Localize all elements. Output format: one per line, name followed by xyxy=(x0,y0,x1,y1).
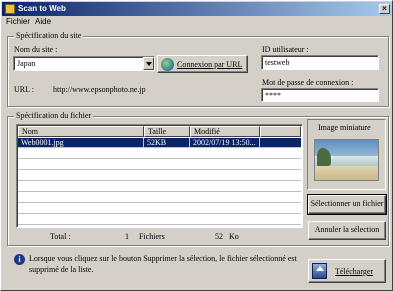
column-header-modified[interactable]: Modifié xyxy=(190,126,260,137)
site-spec-legend: Spécification du site xyxy=(14,31,84,40)
scan-to-web-window: Scan to Web × Fichier Aide Spécification… xyxy=(0,0,393,291)
menu-fichier[interactable]: Fichier xyxy=(6,17,30,26)
url-label: URL : xyxy=(14,85,34,94)
globe-icon xyxy=(161,58,174,71)
info-text-line2: supprimé de la liste. xyxy=(29,265,94,274)
app-icon xyxy=(5,4,15,14)
password-value: **** xyxy=(265,91,281,100)
file-table-header: Nom Taille Modifié xyxy=(18,126,301,137)
title-bar[interactable]: Scan to Web × xyxy=(2,2,392,16)
site-name-label: Nom du site : xyxy=(14,45,58,54)
table-row-empty xyxy=(18,204,301,214)
table-row-empty xyxy=(18,160,301,170)
total-size: 52 xyxy=(215,232,223,241)
thumbnail-box: Image miniature xyxy=(307,119,386,190)
upload-button[interactable]: Télécharger xyxy=(308,259,386,283)
upload-label: Télécharger xyxy=(335,267,374,276)
password-label: Mot de passe de connexion : xyxy=(262,78,354,87)
column-header-blank xyxy=(260,126,301,137)
column-header-size[interactable]: Taille xyxy=(144,126,190,137)
column-header-name[interactable]: Nom xyxy=(18,126,144,137)
files-label: Fichiers xyxy=(139,232,165,241)
site-name-select[interactable]: Japan xyxy=(13,56,155,71)
user-id-value: testweb xyxy=(265,58,290,67)
file-table[interactable]: Nom Taille Modifié Web0001.jpg 52KB 2002… xyxy=(16,124,303,228)
chevron-down-icon[interactable] xyxy=(143,57,154,70)
total-label: Total : xyxy=(50,232,71,241)
menu-aide[interactable]: Aide xyxy=(35,17,51,26)
tree-area xyxy=(317,148,331,166)
close-button[interactable]: × xyxy=(379,4,390,14)
cancel-selection-button[interactable]: Annuler la sélection xyxy=(308,221,386,240)
user-id-label: ID utilisateur : xyxy=(262,45,309,54)
file-name-cell: Web0001.jpg xyxy=(18,138,144,148)
password-field[interactable]: **** xyxy=(261,88,379,102)
table-row-empty xyxy=(18,193,301,203)
info-icon: i xyxy=(14,254,25,265)
file-spec-legend: Spécification du fichier xyxy=(14,111,94,120)
site-name-value: Japan xyxy=(17,59,36,68)
thumbnail-image xyxy=(314,139,379,181)
table-row-empty xyxy=(18,149,301,159)
upload-arrow-icon xyxy=(316,266,324,271)
user-id-field[interactable]: testweb xyxy=(261,55,379,70)
size-unit: Ko xyxy=(229,232,239,241)
table-row[interactable]: Web0001.jpg 52KB 2002/07/19 13:50... xyxy=(18,138,301,148)
url-value: http://www.epsonphoto.ne.jp xyxy=(53,85,146,94)
thumbnail-label: Image miniature xyxy=(318,123,371,132)
table-row-empty xyxy=(18,171,301,181)
site-spec-group: Spécification du site Nom du site : Japa… xyxy=(7,31,389,107)
menu-bar: Fichier Aide xyxy=(2,16,392,28)
window-title: Scan to Web xyxy=(18,4,66,13)
total-count: 1 xyxy=(125,232,129,241)
upload-icon xyxy=(312,263,327,279)
file-size-cell: 52KB xyxy=(144,138,190,148)
connect-url-button[interactable]: Connexion par URL xyxy=(157,55,248,73)
table-row-empty xyxy=(18,215,301,225)
table-row-empty xyxy=(18,182,301,192)
connect-url-label: Connexion par URL xyxy=(177,60,243,69)
file-modified-cell: 2002/07/19 13:50... xyxy=(190,138,260,148)
info-text-line1: Lorsque vous cliquez sur le bouton Suppr… xyxy=(29,254,297,263)
beach-area xyxy=(315,166,378,180)
select-file-button[interactable]: Sélectionner un fichier xyxy=(307,194,387,215)
